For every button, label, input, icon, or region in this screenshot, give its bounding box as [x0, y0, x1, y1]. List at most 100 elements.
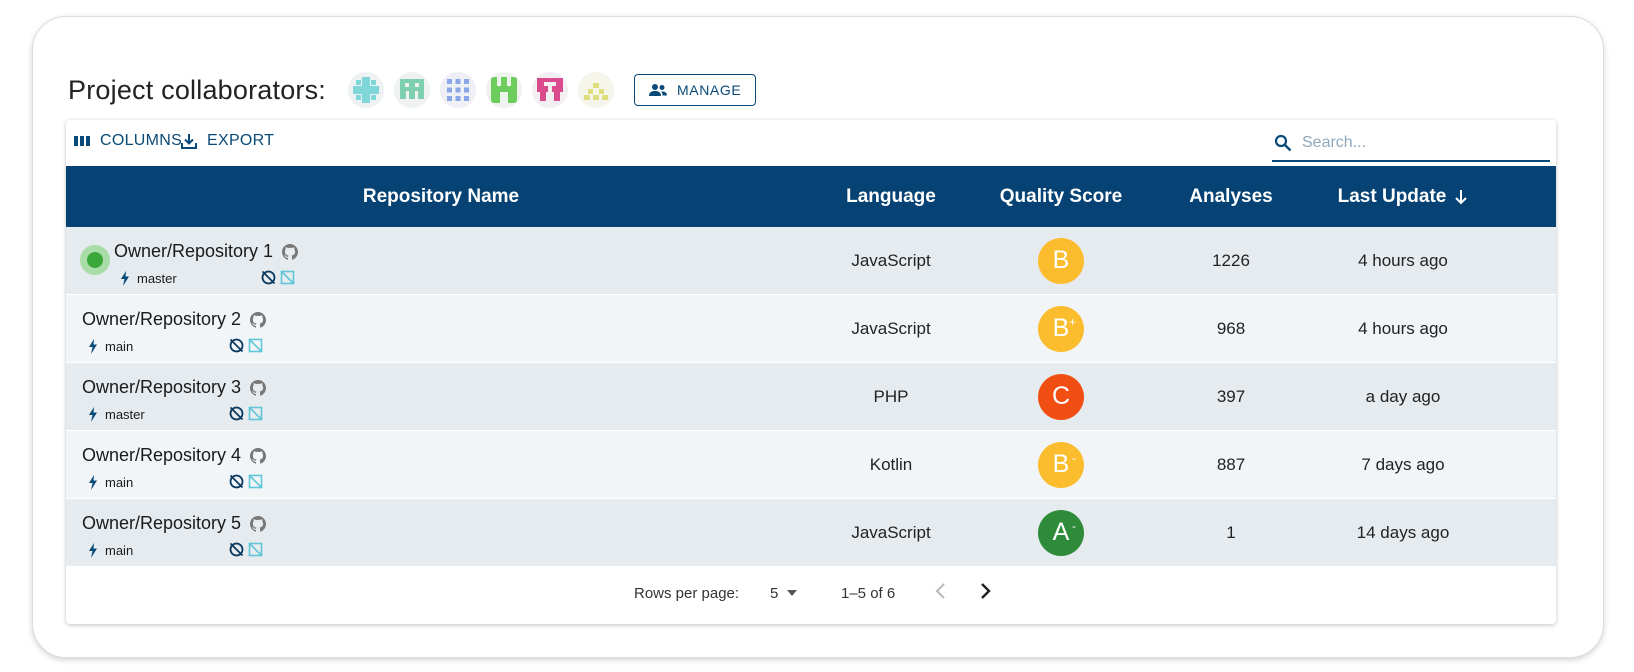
report-disabled-icon[interactable] — [247, 337, 264, 354]
report-disabled-icon[interactable] — [247, 473, 264, 490]
repository-cell: Owner/Repository 1 master — [66, 227, 816, 294]
manage-label: MANAGE — [677, 82, 742, 98]
table-row[interactable]: Owner/Repository 3 master PHP C 397 a da… — [66, 363, 1556, 431]
branch-label: master — [120, 271, 177, 286]
export-label: EXPORT — [207, 132, 275, 149]
lightning-icon — [89, 339, 97, 354]
analyses-cell: 397 — [1216, 386, 1246, 406]
analyses-cell: 968 — [1216, 318, 1246, 338]
quality-score-cell: A- — [966, 499, 1156, 566]
analyses-cell: 887 — [1216, 454, 1246, 474]
avatar[interactable] — [578, 72, 615, 108]
sync-disabled-icon[interactable] — [228, 405, 245, 422]
github-icon[interactable] — [249, 311, 267, 329]
repository-name-link[interactable]: Owner/Repository 2 — [82, 309, 267, 330]
sync-disabled-icon[interactable] — [260, 269, 277, 286]
column-header-repository[interactable]: Repository Name — [66, 166, 816, 227]
report-disabled-icon[interactable] — [279, 269, 296, 286]
repository-name-link[interactable]: Owner/Repository 3 — [82, 377, 267, 398]
table-row[interactable]: Owner/Repository 2 main JavaScript B + 9… — [66, 295, 1556, 363]
sync-disabled-icon[interactable] — [228, 541, 245, 558]
quality-score-cell: B + — [966, 295, 1156, 362]
identicon-green-icon — [486, 72, 523, 108]
repository-name-link[interactable]: Owner/Repository 5 — [82, 513, 267, 534]
quality-grade-badge: B- — [1038, 441, 1084, 488]
last-update-cell: 4 hours ago — [1358, 250, 1448, 270]
repository-name-link[interactable]: Owner/Repository 1 — [114, 241, 299, 262]
github-icon[interactable] — [249, 515, 267, 533]
avatar[interactable] — [394, 72, 431, 108]
pagination: Rows per page: 5 1–5 of 6 — [66, 562, 1556, 624]
next-page-button[interactable] — [978, 582, 992, 604]
page-range: 1–5 of 6 — [841, 584, 896, 602]
repository-badges — [228, 405, 264, 422]
table-body: Owner/Repository 1 master JavaScript B 1… — [66, 227, 1556, 567]
quality-grade-badge: C — [1038, 373, 1084, 420]
sort-descending-icon[interactable] — [1454, 189, 1468, 205]
language-cell: Kotlin — [869, 454, 913, 474]
github-icon[interactable] — [249, 379, 267, 397]
identicon-pink-icon — [532, 72, 569, 108]
avatar[interactable] — [532, 72, 569, 108]
caret-down-icon — [787, 590, 798, 596]
quality-grade-badge: B — [1038, 237, 1084, 284]
repository-cell: Owner/Repository 3 master — [66, 363, 816, 430]
lightning-icon — [89, 407, 97, 422]
avatar[interactable] — [348, 72, 385, 108]
repository-badges — [228, 541, 264, 558]
search-icon — [1274, 134, 1292, 152]
identicon-mint-icon — [394, 72, 431, 108]
avatar-list — [348, 72, 615, 108]
repository-badges — [228, 337, 264, 354]
github-icon[interactable] — [249, 447, 267, 465]
download-icon — [181, 134, 197, 149]
quality-score-cell: B- — [966, 431, 1156, 498]
column-header-quality[interactable]: Quality Score — [966, 166, 1156, 227]
last-update-cell: a day ago — [1365, 386, 1441, 406]
table-row[interactable]: Owner/Repository 5 main JavaScript A - 1… — [66, 499, 1556, 567]
sync-disabled-icon[interactable] — [228, 337, 245, 354]
column-header-language[interactable]: Language — [816, 166, 966, 227]
quality-score-cell: C — [966, 363, 1156, 430]
sync-disabled-icon[interactable] — [228, 473, 245, 490]
column-header-last-update[interactable]: Last Update — [1306, 166, 1500, 227]
collaborators-row: Project collaborators: MANAGE — [68, 68, 757, 112]
identicon-yellow-icon — [578, 72, 615, 108]
chevron-right-icon — [981, 583, 991, 599]
grid-toolbar: COLUMNS EXPORT — [66, 120, 1556, 166]
collaborators-title: Project collaborators: — [68, 74, 327, 105]
identicon-blue-icon — [440, 72, 477, 108]
search-box — [1272, 126, 1550, 162]
column-header-analyses[interactable]: Analyses — [1156, 166, 1306, 227]
rows-per-page-select[interactable]: 5 — [770, 585, 798, 602]
identicon-cyan-icon — [348, 72, 385, 108]
branch-label: main — [88, 475, 133, 490]
export-button[interactable]: EXPORT — [180, 132, 274, 150]
analyses-cell: 1 — [1226, 522, 1236, 542]
report-disabled-icon[interactable] — [247, 541, 264, 558]
previous-page-button[interactable] — [934, 582, 948, 604]
branch-label: main — [88, 339, 133, 354]
lightning-icon — [121, 271, 129, 286]
last-update-cell: 14 days ago — [1356, 522, 1450, 542]
branch-label: master — [88, 407, 145, 422]
language-cell: PHP — [873, 386, 909, 406]
table-header: Repository Name Language Quality Score A… — [66, 166, 1556, 227]
repository-name-link[interactable]: Owner/Repository 4 — [82, 445, 267, 466]
table-row[interactable]: Owner/Repository 1 master JavaScript B 1… — [66, 227, 1556, 295]
rows-per-page-value: 5 — [770, 584, 779, 602]
repository-cell: Owner/Repository 2 main — [66, 295, 816, 362]
active-status-indicator — [80, 245, 110, 275]
manage-collaborators-button[interactable]: MANAGE — [634, 74, 757, 106]
quality-grade-badge: A- — [1038, 509, 1084, 556]
columns-button[interactable]: COLUMNS — [73, 132, 182, 150]
github-icon[interactable] — [281, 243, 299, 261]
avatar[interactable] — [440, 72, 477, 108]
search-input[interactable] — [1300, 133, 1544, 153]
avatar[interactable] — [486, 72, 523, 108]
repository-badges — [228, 473, 264, 490]
report-disabled-icon[interactable] — [247, 405, 264, 422]
table-row[interactable]: Owner/Repository 4 main Kotlin B - 887 7… — [66, 431, 1556, 499]
quality-grade-badge: B + — [1038, 305, 1084, 352]
last-update-cell: 4 hours ago — [1358, 318, 1448, 338]
